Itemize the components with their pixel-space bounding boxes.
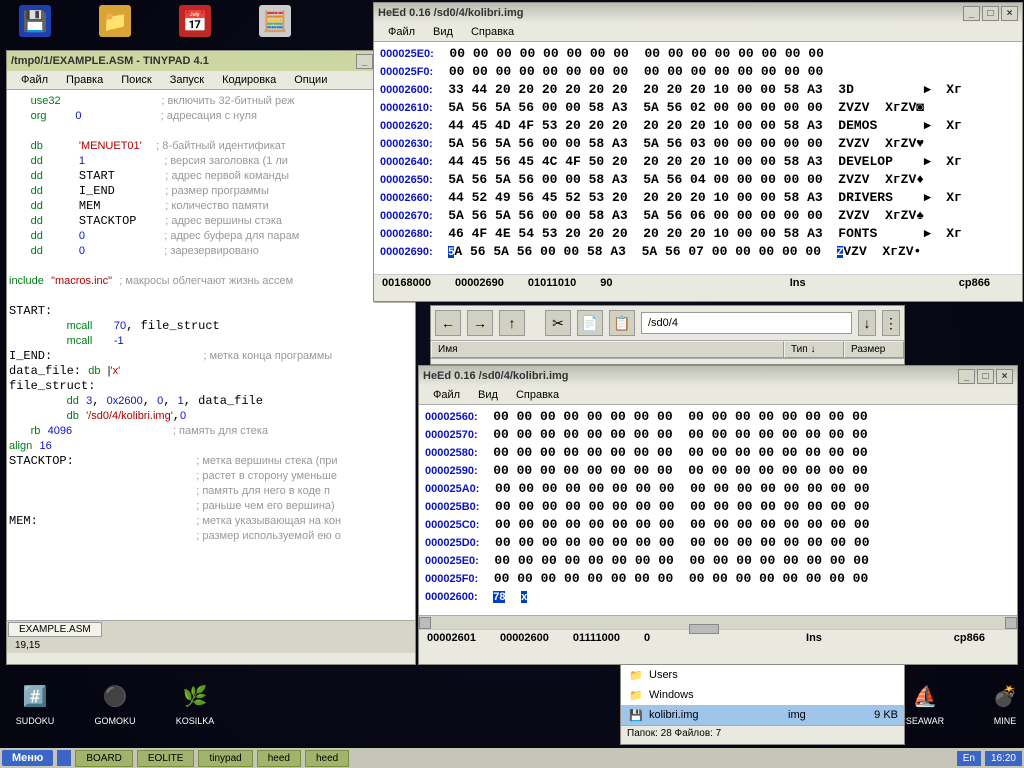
tinypad-menubar: ФайлПравкаПоискЗапускКодировкаОпции bbox=[7, 71, 415, 90]
heed1-window: HeEd 0.16 /sd0/4/kolibri.img _□× ФайлВид… bbox=[373, 2, 1023, 302]
menu-item[interactable]: Справка bbox=[463, 25, 522, 39]
close-button[interactable]: × bbox=[1001, 6, 1018, 21]
desktop-icon[interactable]: ⛵SEAWAR bbox=[900, 680, 950, 726]
desktop-icon[interactable]: 🧮 bbox=[250, 5, 300, 41]
menu-item[interactable]: Файл bbox=[380, 25, 423, 39]
fm-list: 📁Users📁Windows💾kolibri.imgimg9 KB bbox=[621, 665, 904, 725]
col-name[interactable]: Имя bbox=[431, 341, 784, 358]
desktop-icon[interactable]: 🌿KOSILKA bbox=[170, 680, 220, 726]
max-button[interactable]: □ bbox=[977, 369, 994, 384]
back-button[interactable]: ← bbox=[435, 310, 461, 336]
fm-row[interactable]: 💾kolibri.imgimg9 KB bbox=[621, 705, 904, 725]
start-menu[interactable]: Меню bbox=[2, 750, 53, 766]
filemanager-toolbar-window: ← → ↑ ✂ 📄 📋 ↓ ⋮ Имя Тип ↓ Размер bbox=[430, 305, 905, 365]
menu-item[interactable]: Опции bbox=[286, 73, 335, 87]
up-button[interactable]: ↑ bbox=[499, 310, 525, 336]
tinypad-title: /tmp0/1/EXAMPLE.ASM - TINYPAD 4.1 bbox=[11, 55, 356, 67]
paste-button[interactable]: 📋 bbox=[609, 310, 635, 336]
task-button[interactable]: heed bbox=[257, 750, 301, 767]
heed2-window: HeEd 0.16 /sd0/4/kolibri.img _□× ФайлВид… bbox=[418, 365, 1018, 665]
desktop-icon[interactable]: 💣MINE bbox=[980, 680, 1024, 726]
task-button[interactable]: BOARD bbox=[75, 750, 133, 767]
menu-item[interactable]: Вид bbox=[425, 25, 461, 39]
settings-button[interactable]: ⋮ bbox=[882, 310, 900, 336]
col-type[interactable]: Тип ↓ bbox=[784, 341, 844, 358]
heed1-menubar: ФайлВидСправка bbox=[374, 23, 1022, 42]
hex-view[interactable]: 00002560: 00 00 00 00 00 00 00 00 00 00 … bbox=[419, 405, 1017, 615]
menu-item[interactable]: Справка bbox=[508, 388, 567, 402]
copy-button[interactable]: 📄 bbox=[577, 310, 603, 336]
code-area[interactable]: use32 ; включить 32-битный реж org 0 ; а… bbox=[7, 90, 415, 620]
menu-item[interactable]: Правка bbox=[58, 73, 111, 87]
taskbar-icon[interactable] bbox=[57, 750, 71, 766]
tinypad-status: 19,15 bbox=[7, 638, 415, 653]
tinypad-titlebar[interactable]: /tmp0/1/EXAMPLE.ASM - TINYPAD 4.1 _□× bbox=[7, 51, 415, 71]
menu-item[interactable]: Запуск bbox=[162, 73, 212, 87]
menu-item[interactable]: Файл bbox=[13, 73, 56, 87]
cut-button[interactable]: ✂ bbox=[545, 310, 571, 336]
desktop: 💾 📁 📅 🧮 #️⃣SUDOKU ⚫GOMOKU 🌿KOSILKA ⛵SEAWAR 💣MI… bbox=[0, 0, 1024, 768]
min-button[interactable]: _ bbox=[963, 6, 980, 21]
clock: 16:20 bbox=[985, 751, 1022, 766]
heed2-titlebar[interactable]: HeEd 0.16 /sd0/4/kolibri.img _□× bbox=[419, 366, 1017, 386]
desktop-icon[interactable]: #️⃣SUDOKU bbox=[10, 680, 60, 726]
lang-indicator[interactable]: En bbox=[957, 751, 981, 766]
desktop-icon[interactable]: 📁 bbox=[90, 5, 140, 41]
fm-headers: Имя Тип ↓ Размер bbox=[431, 341, 904, 359]
menu-item[interactable]: Файл bbox=[425, 388, 468, 402]
icon-row-right: ⛵SEAWAR 💣MINE bbox=[900, 680, 1024, 726]
fm-list-window: 📁Users📁Windows💾kolibri.imgimg9 KB Папок:… bbox=[620, 665, 905, 745]
desktop-icon[interactable]: 💾 bbox=[10, 5, 60, 41]
close-button[interactable]: × bbox=[996, 369, 1013, 384]
path-input[interactable] bbox=[641, 312, 852, 334]
desktop-icon[interactable]: 📅 bbox=[170, 5, 220, 41]
col-size[interactable]: Размер bbox=[844, 341, 904, 358]
heed1-titlebar[interactable]: HeEd 0.16 /sd0/4/kolibri.img _□× bbox=[374, 3, 1022, 23]
task-button[interactable]: tinypad bbox=[198, 750, 252, 767]
tinypad-tabbar: EXAMPLE.ASM bbox=[7, 620, 415, 638]
task-button[interactable]: EOLITE bbox=[137, 750, 195, 767]
icon-row-top: 💾 📁 📅 🧮 bbox=[10, 5, 300, 41]
heed2-title: HeEd 0.16 /sd0/4/kolibri.img bbox=[423, 370, 958, 382]
task-list: BOARDEOLITEtinypad heedheed bbox=[75, 750, 349, 767]
hex-view[interactable]: 000025E0: 00 00 00 00 00 00 00 00 00 00 … bbox=[374, 42, 1022, 274]
h-scrollbar[interactable] bbox=[419, 615, 1017, 629]
heed1-title: HeEd 0.16 /sd0/4/kolibri.img bbox=[378, 7, 963, 19]
fwd-button[interactable]: → bbox=[467, 310, 493, 336]
heed2-menubar: ФайлВидСправка bbox=[419, 386, 1017, 405]
fm-row[interactable]: 📁Windows bbox=[621, 685, 904, 705]
menu-item[interactable]: Вид bbox=[470, 388, 506, 402]
menu-item[interactable]: Поиск bbox=[113, 73, 159, 87]
path-dropdown[interactable]: ↓ bbox=[858, 310, 876, 336]
icon-row-bottom: #️⃣SUDOKU ⚫GOMOKU 🌿KOSILKA bbox=[10, 680, 220, 726]
min-button[interactable]: _ bbox=[958, 369, 975, 384]
fm-footer: Папок: 28 Файлов: 7 bbox=[621, 725, 904, 741]
tab[interactable]: EXAMPLE.ASM bbox=[8, 622, 102, 637]
heed1-status: 00168000000026900101101090Inscp866 bbox=[374, 274, 1022, 291]
desktop-icon[interactable]: ⚫GOMOKU bbox=[90, 680, 140, 726]
task-button[interactable]: heed bbox=[305, 750, 349, 767]
min-button[interactable]: _ bbox=[356, 54, 373, 69]
fm-toolbar: ← → ↑ ✂ 📄 📋 ↓ ⋮ bbox=[431, 306, 904, 341]
fm-row[interactable]: 📁Users bbox=[621, 665, 904, 685]
menu-item[interactable]: Кодировка bbox=[214, 73, 284, 87]
tinypad-window: /tmp0/1/EXAMPLE.ASM - TINYPAD 4.1 _□× Фа… bbox=[6, 50, 416, 665]
taskbar: Меню BOARDEOLITEtinypad heedheed En 16:20 bbox=[0, 748, 1024, 768]
max-button[interactable]: □ bbox=[982, 6, 999, 21]
